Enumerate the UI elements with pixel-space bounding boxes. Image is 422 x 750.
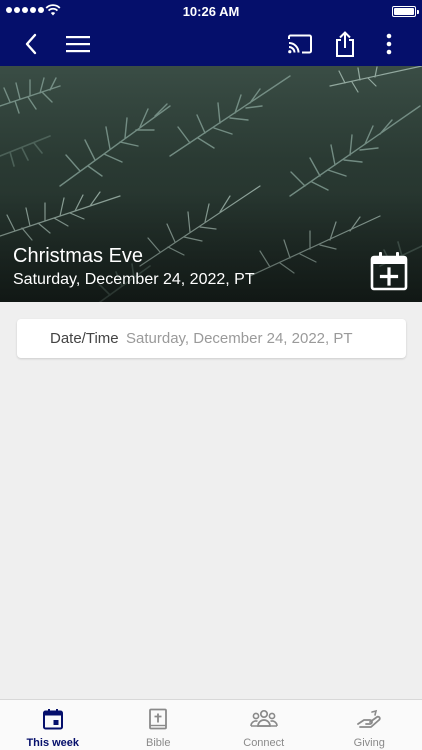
tab-label-connect: Connect — [243, 737, 285, 749]
date-time-row: Date/Time Saturday, December 24, 2022, P… — [17, 319, 406, 358]
date-time-value: Saturday, December 24, 2022, PT — [126, 330, 353, 347]
chevron-left-icon — [25, 33, 37, 55]
tab-label-giving: Giving — [353, 737, 385, 749]
bottom-tab-bar: This week Bible Connect Giving — [0, 699, 422, 750]
tab-bible[interactable]: Bible — [106, 700, 212, 750]
tab-this-week[interactable]: This week — [0, 700, 106, 750]
more-options-button[interactable] — [376, 22, 402, 66]
back-button[interactable] — [16, 22, 46, 66]
share-icon — [336, 31, 354, 57]
status-bar: 10:26 AM — [0, 0, 422, 22]
event-title: Christmas Eve — [13, 245, 144, 267]
calendar-icon — [42, 709, 63, 730]
tab-label-this-week: This week — [26, 737, 80, 749]
battery-icon — [392, 6, 419, 17]
share-button[interactable] — [330, 22, 360, 66]
cast-icon — [288, 34, 312, 54]
tab-connect[interactable]: Connect — [211, 700, 317, 750]
people-icon — [249, 709, 278, 727]
add-to-calendar-icon[interactable] — [370, 251, 408, 291]
more-vertical-icon — [386, 33, 392, 55]
giving-hand-icon — [357, 709, 381, 728]
event-date: Saturday, December 24, 2022, PT — [13, 271, 255, 288]
status-time: 10:26 AM — [182, 4, 240, 19]
bible-icon — [149, 708, 168, 730]
navigation-bar — [0, 22, 422, 66]
hamburger-menu-icon — [66, 36, 90, 53]
date-time-label: Date/Time — [50, 330, 119, 347]
menu-button[interactable] — [62, 22, 94, 66]
event-hero: Christmas Eve Saturday, December 24, 202… — [0, 66, 422, 302]
tab-label-bible: Bible — [146, 737, 171, 749]
cast-button[interactable] — [284, 22, 316, 66]
tab-giving[interactable]: Giving — [317, 700, 422, 750]
